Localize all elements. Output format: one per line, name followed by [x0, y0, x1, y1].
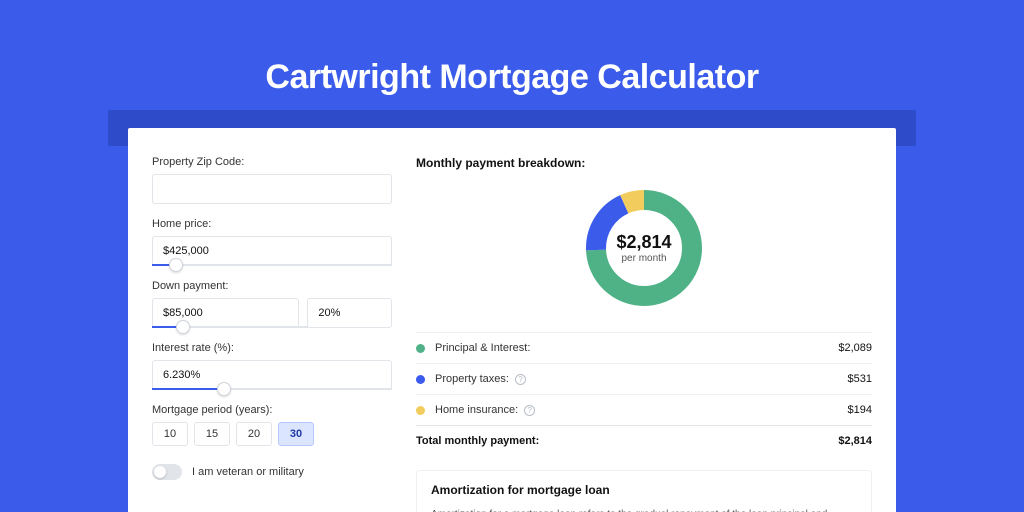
legend-value: $194	[848, 404, 872, 416]
zip-group: Property Zip Code:	[152, 156, 392, 204]
period-option-10[interactable]: 10	[152, 422, 188, 446]
legend-total-value: $2,814	[838, 435, 872, 447]
amortization-body: Amortization for a mortgage loan refers …	[431, 507, 857, 512]
zip-input[interactable]	[152, 174, 392, 204]
home-price-group: Home price:	[152, 218, 392, 266]
home-price-slider[interactable]	[152, 264, 392, 266]
down-payment-label: Down payment:	[152, 280, 392, 292]
breakdown-heading: Monthly payment breakdown:	[416, 156, 872, 170]
donut-sublabel: per month	[621, 253, 666, 264]
down-payment-slider[interactable]	[152, 326, 308, 328]
period-option-15[interactable]: 15	[194, 422, 230, 446]
info-icon[interactable]: ?	[524, 405, 535, 416]
interest-label: Interest rate (%):	[152, 342, 392, 354]
veteran-label: I am veteran or military	[192, 466, 304, 478]
legend-total-row: Total monthly payment:$2,814	[416, 425, 872, 456]
period-group: Mortgage period (years): 10152030	[152, 404, 392, 446]
interest-slider-thumb[interactable]	[217, 382, 231, 396]
zip-label: Property Zip Code:	[152, 156, 392, 168]
veteran-row: I am veteran or military	[152, 464, 392, 480]
legend-value: $531	[848, 373, 872, 385]
stage: Cartwright Mortgage Calculator Property …	[0, 0, 1024, 512]
home-price-slider-thumb[interactable]	[169, 258, 183, 272]
legend-dot	[416, 406, 425, 415]
down-payment-slider-thumb[interactable]	[176, 320, 190, 334]
period-option-30[interactable]: 30	[278, 422, 314, 446]
period-option-20[interactable]: 20	[236, 422, 272, 446]
legend-dot	[416, 344, 425, 353]
legend-dot	[416, 375, 425, 384]
calculator-card: Property Zip Code: Home price: Down paym…	[128, 128, 896, 512]
veteran-toggle[interactable]	[152, 464, 182, 480]
period-label: Mortgage period (years):	[152, 404, 392, 416]
down-payment-amount-input[interactable]	[152, 298, 299, 328]
legend-label: Home insurance:?	[435, 404, 848, 416]
interest-group: Interest rate (%):	[152, 342, 392, 390]
legend-total-label: Total monthly payment:	[416, 435, 838, 447]
donut-amount: $2,814	[616, 232, 671, 253]
legend-row: Property taxes:?$531	[416, 363, 872, 394]
legend-label: Principal & Interest:	[435, 342, 838, 354]
donut-chart: $2,814 per month	[580, 184, 708, 312]
breakdown-column: Monthly payment breakdown: $2,814 per mo…	[416, 156, 872, 512]
home-price-label: Home price:	[152, 218, 392, 230]
amortization-section: Amortization for mortgage loan Amortizat…	[416, 470, 872, 512]
inputs-column: Property Zip Code: Home price: Down paym…	[152, 156, 392, 512]
donut-chart-wrap: $2,814 per month	[416, 184, 872, 312]
down-payment-percent-input[interactable]	[307, 298, 392, 328]
page-title: Cartwright Mortgage Calculator	[0, 0, 1024, 97]
info-icon[interactable]: ?	[515, 374, 526, 385]
interest-slider[interactable]	[152, 388, 392, 390]
interest-input[interactable]	[152, 360, 392, 390]
home-price-input[interactable]	[152, 236, 392, 266]
amortization-heading: Amortization for mortgage loan	[431, 483, 857, 497]
down-payment-group: Down payment:	[152, 280, 392, 328]
legend-label: Property taxes:?	[435, 373, 848, 385]
donut-center: $2,814 per month	[580, 184, 708, 312]
breakdown-legend: Principal & Interest:$2,089Property taxe…	[416, 332, 872, 456]
legend-value: $2,089	[838, 342, 872, 354]
legend-row: Home insurance:?$194	[416, 394, 872, 425]
legend-row: Principal & Interest:$2,089	[416, 332, 872, 363]
